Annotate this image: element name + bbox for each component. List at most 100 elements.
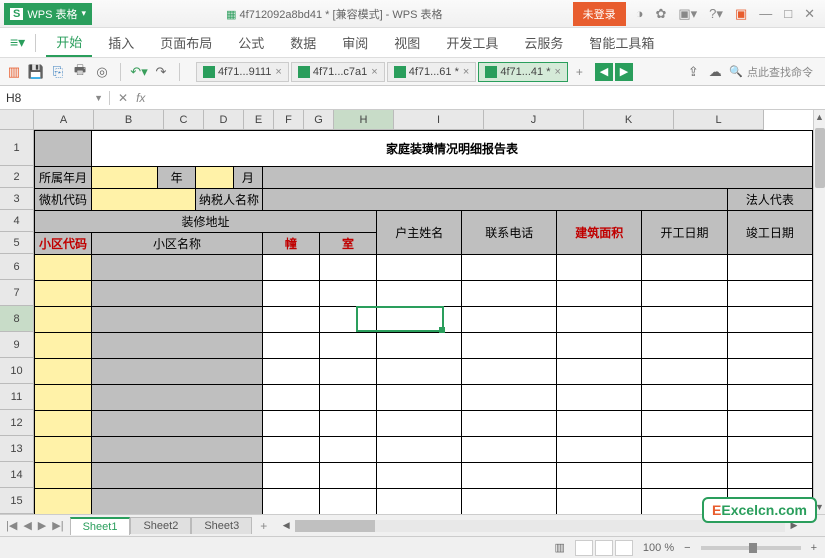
- tab-review[interactable]: 审阅: [332, 29, 378, 56]
- view-break-button[interactable]: [615, 540, 633, 556]
- preview-icon[interactable]: ◎: [94, 64, 110, 80]
- close-icon[interactable]: ×: [275, 66, 281, 78]
- col-header-B[interactable]: B: [94, 110, 164, 130]
- add-sheet-button[interactable]: +: [252, 517, 275, 535]
- menu-dropdown-icon[interactable]: ≡▾: [10, 34, 25, 51]
- row-header-13[interactable]: 13: [0, 436, 34, 462]
- row-header-11[interactable]: 11: [0, 384, 34, 410]
- row-header-14[interactable]: 14: [0, 462, 34, 488]
- first-sheet-button[interactable]: |◀: [4, 519, 19, 532]
- row-header-7[interactable]: 7: [0, 280, 34, 306]
- close-icon[interactable]: ×: [554, 66, 560, 78]
- scroll-up-icon[interactable]: ▲: [814, 110, 825, 124]
- close-icon[interactable]: ×: [371, 66, 377, 78]
- cloud-icon[interactable]: ☁: [707, 64, 723, 80]
- save-icon[interactable]: 💾: [28, 64, 44, 80]
- tab-insert[interactable]: 插入: [98, 29, 144, 56]
- zoom-in-button[interactable]: +: [811, 542, 817, 554]
- tab-next-button[interactable]: ▶: [615, 63, 633, 81]
- open-icon[interactable]: ⎘: [50, 64, 66, 80]
- row-header-5[interactable]: 5: [0, 232, 34, 254]
- add-tab-button[interactable]: +: [570, 65, 589, 79]
- hscroll-thumb[interactable]: [295, 520, 375, 532]
- command-search[interactable]: 🔍 点此查找命令: [729, 64, 819, 80]
- new-icon[interactable]: ▥: [6, 64, 22, 80]
- redo-icon[interactable]: ↷: [153, 64, 169, 80]
- col-header-I[interactable]: I: [394, 110, 484, 130]
- col-header-H[interactable]: H: [334, 110, 394, 130]
- file-tab-0[interactable]: 4f71...9111×: [196, 62, 289, 82]
- row-header-2[interactable]: 2: [0, 166, 34, 188]
- scroll-thumb[interactable]: [815, 128, 825, 188]
- col-header-C[interactable]: C: [164, 110, 204, 130]
- sync-icon[interactable]: ◑: [636, 6, 644, 21]
- login-button[interactable]: 未登录: [573, 2, 626, 26]
- tab-formula[interactable]: 公式: [228, 29, 274, 56]
- tab-dev[interactable]: 开发工具: [436, 29, 508, 56]
- col-header-G[interactable]: G: [304, 110, 334, 130]
- row-header-15[interactable]: 15: [0, 488, 34, 514]
- tab-view[interactable]: 视图: [384, 29, 430, 56]
- quick-toolbar: ▥ 💾 ⎘ 🖶 ◎ ↶▾ ↷ 4f71...9111× 4f71...c7a1×…: [0, 58, 825, 86]
- chevron-down-icon[interactable]: ▾: [81, 8, 86, 19]
- maximize-button[interactable]: □: [784, 6, 792, 21]
- row-header-8[interactable]: 8: [0, 306, 34, 332]
- settings-icon[interactable]: ✿: [655, 6, 666, 22]
- fx-icon[interactable]: fx: [136, 91, 145, 105]
- row-header-1[interactable]: 1: [0, 130, 34, 166]
- select-all-corner[interactable]: [0, 110, 34, 130]
- file-tab-3[interactable]: 4f71...41 *×: [478, 62, 568, 82]
- cells-area[interactable]: 家庭装璜情况明细报告表所属年月年月微机代码纳税人名称法人代表装修地址户主姓名联系…: [34, 130, 813, 514]
- row-header-9[interactable]: 9: [0, 332, 34, 358]
- vertical-scrollbar[interactable]: ▲ ▼: [813, 110, 825, 514]
- zoom-value[interactable]: 100 %: [643, 542, 674, 554]
- row-header-4[interactable]: 4: [0, 210, 34, 232]
- col-header-L[interactable]: L: [674, 110, 764, 130]
- name-box[interactable]: H8▼: [0, 91, 110, 105]
- row-header-12[interactable]: 12: [0, 410, 34, 436]
- row-header-3[interactable]: 3: [0, 188, 34, 210]
- col-header-E[interactable]: E: [244, 110, 274, 130]
- col-header-K[interactable]: K: [584, 110, 674, 130]
- file-tab-2[interactable]: 4f71...61 *×: [387, 62, 477, 82]
- undo-icon[interactable]: ↶▾: [131, 64, 147, 80]
- tab-data[interactable]: 数据: [280, 29, 326, 56]
- file-tabs: 4f71...9111× 4f71...c7a1× 4f71...61 *× 4…: [196, 62, 679, 82]
- layout-icon[interactable]: ▥: [555, 541, 565, 554]
- tab-prev-button[interactable]: ◀: [595, 63, 613, 81]
- help-icon[interactable]: ?▾: [709, 6, 723, 22]
- prev-sheet-button[interactable]: ◀: [21, 519, 33, 532]
- chevron-down-icon[interactable]: ▼: [94, 93, 103, 103]
- tab-cloud[interactable]: 云服务: [514, 29, 573, 56]
- view-page-button[interactable]: [595, 540, 613, 556]
- next-sheet-button[interactable]: ▶: [36, 519, 48, 532]
- close-button[interactable]: ✕: [804, 6, 815, 22]
- minimize-button[interactable]: —: [759, 6, 772, 21]
- col-header-A[interactable]: A: [34, 110, 94, 130]
- print-icon[interactable]: 🖶: [72, 64, 88, 80]
- tab-layout[interactable]: 页面布局: [150, 29, 222, 56]
- column-headers: ABCDEFGHIJKL: [34, 110, 764, 130]
- col-header-D[interactable]: D: [204, 110, 244, 130]
- tab-smart[interactable]: 智能工具箱: [579, 29, 664, 56]
- file-tab-1[interactable]: 4f71...c7a1×: [291, 62, 385, 82]
- zoom-out-button[interactable]: −: [684, 542, 690, 554]
- feedback-icon[interactable]: ▣: [735, 6, 747, 22]
- col-header-F[interactable]: F: [274, 110, 304, 130]
- skin-icon[interactable]: ▣▾: [678, 6, 697, 22]
- sheet-tab-1[interactable]: Sheet1: [70, 517, 131, 535]
- view-normal-button[interactable]: [575, 540, 593, 556]
- zoom-slider[interactable]: [701, 546, 801, 550]
- sheet-tab-3[interactable]: Sheet3: [191, 517, 252, 534]
- col-header-J[interactable]: J: [484, 110, 584, 130]
- app-badge: S WPS 表格 ▾: [4, 3, 92, 25]
- row-header-6[interactable]: 6: [0, 254, 34, 280]
- cancel-icon[interactable]: ✕: [118, 91, 128, 105]
- close-icon[interactable]: ×: [463, 66, 469, 78]
- tab-start[interactable]: 开始: [46, 28, 92, 57]
- share-icon[interactable]: ⇪: [685, 64, 701, 80]
- sheet-tab-2[interactable]: Sheet2: [130, 517, 191, 534]
- scroll-left-icon[interactable]: ◀: [279, 520, 293, 532]
- last-sheet-button[interactable]: ▶|: [50, 519, 65, 532]
- row-header-10[interactable]: 10: [0, 358, 34, 384]
